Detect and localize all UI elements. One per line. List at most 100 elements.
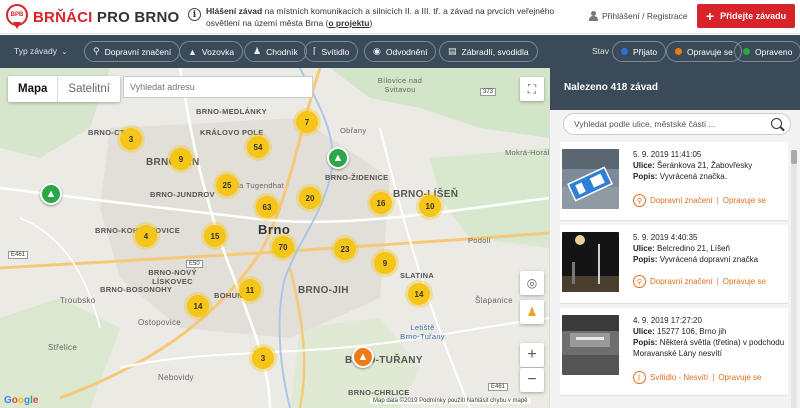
item-date: 5. 9. 2019 11:41:05: [633, 150, 702, 159]
marker-cluster[interactable]: 9: [374, 252, 396, 274]
list-item[interactable]: 5. 9. 2019 4:40:35 Ulice: Belcredino 21,…: [560, 225, 788, 304]
marker-cluster[interactable]: 3: [252, 347, 274, 369]
item-category: Dopravní značení: [650, 277, 713, 286]
address-search-input[interactable]: [123, 76, 313, 98]
logo-text-part2: PRO BRNO: [96, 8, 180, 26]
marker-cluster[interactable]: 14: [187, 295, 209, 317]
state-prijato[interactable]: Přijato: [612, 41, 667, 62]
defect-photo[interactable]: [562, 149, 619, 209]
defect-photo[interactable]: [562, 315, 619, 375]
marker-cluster[interactable]: 54: [247, 136, 269, 158]
marker-cluster[interactable]: 16: [370, 192, 392, 214]
fullscreen-icon[interactable]: ⛶: [520, 77, 544, 101]
login-link[interactable]: Přihlášení / Registrace: [589, 11, 688, 21]
type-filter-label: Typ závady: [14, 46, 57, 56]
type-filter-dropdown[interactable]: Typ závady ⌄: [14, 46, 68, 56]
map-label: Vila Tugendhat: [230, 181, 285, 190]
list-item[interactable]: 4. 9. 2019 17:27:20 Ulice: 15277 106, Br…: [560, 308, 788, 396]
marker-cluster[interactable]: 23: [334, 238, 356, 260]
marker-cluster[interactable]: 15: [204, 225, 226, 247]
marker-cluster[interactable]: 7: [296, 111, 318, 133]
scrollbar-thumb[interactable]: [791, 150, 797, 164]
state-label-text: Opravuje se: [687, 46, 733, 57]
road-number: E461: [488, 383, 509, 391]
road-repaired-pin-icon[interactable]: ▲: [327, 147, 349, 169]
marker-cluster[interactable]: 14: [408, 283, 430, 305]
item-date: 5. 9. 2019 4:40:35: [633, 233, 698, 242]
map-attribution[interactable]: Map data ©2019 Podmínky použití Nahlásit…: [370, 398, 531, 404]
chip-chodnik[interactable]: ♟ Chodník: [244, 41, 307, 62]
map-type-switch: Mapa Satelitní: [8, 76, 120, 102]
marker-cluster[interactable]: 3: [120, 128, 142, 150]
marker-cluster[interactable]: 9: [170, 148, 192, 170]
map-label: BRNO-NOVÝ LÍSKOVEC: [148, 268, 197, 286]
state-opraveno[interactable]: Opraveno: [734, 41, 800, 62]
map-label: BRNO-JUNDROV: [150, 190, 215, 199]
marker-cluster[interactable]: 20: [299, 187, 321, 209]
item-separator: |: [712, 373, 715, 382]
zoom-in-icon[interactable]: +: [520, 343, 544, 367]
plus-icon: +: [705, 8, 715, 24]
road-repaired-pin-icon[interactable]: ▲: [40, 183, 62, 205]
item-details: 5. 9. 2019 4:40:35 Ulice: Belcredino 21,…: [633, 232, 793, 265]
search-icon[interactable]: [771, 118, 782, 129]
item-details: 4. 9. 2019 17:27:20 Ulice: 15277 106, Br…: [633, 315, 793, 359]
road-icon: ▲: [188, 46, 197, 57]
chip-dopravni-znaceni[interactable]: ⚲ Dopravní značení: [84, 41, 181, 62]
road-number: 373: [480, 88, 497, 96]
state-label-text: Opraveno: [755, 46, 793, 57]
item-state: Opravuje se: [718, 373, 762, 382]
item-separator: |: [716, 277, 719, 286]
tab-map[interactable]: Mapa: [8, 76, 57, 102]
sign-icon: ⚲: [93, 46, 100, 56]
item-street: 15277 106, Brno jih: [657, 327, 727, 336]
green-dot-icon: [743, 48, 750, 55]
chip-odvodneni[interactable]: ◉ Odvodnění: [364, 41, 437, 62]
map-label: BRNO-ŽIDENICE: [325, 173, 389, 182]
item-street: Šeránkova 21, Žabovřesky: [657, 161, 753, 170]
about-project-link[interactable]: o projektu: [328, 18, 369, 28]
chip-svitidlo[interactable]: ⌈ Svítidlo: [304, 41, 359, 62]
add-defect-button[interactable]: + Přidejte závadu: [697, 4, 795, 28]
item-state: Opravuje se: [722, 196, 766, 205]
defect-photo[interactable]: [562, 232, 619, 292]
street-label: Ulice:: [633, 327, 655, 336]
item-street: Belcredino 21, Líšeň: [657, 244, 730, 253]
item-status: ⌈ Svítidlo - Nesvítí | Opravuje se: [633, 371, 761, 384]
map-label: Letiště Brno-Tuřany: [400, 323, 445, 341]
map-label: BRNO-JIH: [298, 285, 349, 296]
chip-vozovka[interactable]: ▲ Vozovka: [179, 41, 244, 62]
lamp-icon: ⌈: [313, 46, 317, 56]
login-label: Přihlášení / Registrace: [602, 11, 688, 21]
marker-cluster[interactable]: 25: [216, 174, 238, 196]
marker-cluster[interactable]: 63: [256, 196, 278, 218]
chip-label: Vozovka: [201, 46, 235, 57]
marker-cluster[interactable]: 11: [239, 279, 261, 301]
chip-zabradli[interactable]: ▤ Zábradlí, svodidla: [439, 41, 538, 62]
list-item[interactable]: 5. 9. 2019 11:41:05 Ulice: Šeránkova 21,…: [560, 142, 788, 221]
map[interactable]: Mapa Satelitní ⛶ BRNO-CTRC KRÁLOVO POLE …: [0, 68, 549, 408]
map-label: BRNO-BOSONOHY: [100, 285, 173, 294]
item-status: ⚲ Dopravní značení | Opravuje se: [633, 194, 766, 207]
road-in-progress-pin-icon[interactable]: ▲: [352, 346, 374, 368]
map-label: Ostopovice: [138, 318, 182, 327]
results-sidebar: Nalezeno 418 závad Vyhledat podle ulice,…: [549, 68, 800, 408]
zoom-out-icon[interactable]: −: [520, 368, 544, 392]
marker-cluster[interactable]: 70: [272, 236, 294, 258]
map-label-city: Brno: [258, 222, 291, 237]
street-view-pegman-icon[interactable]: ♟: [520, 300, 544, 324]
sidebar-scrollbar[interactable]: [791, 150, 797, 408]
logo[interactable]: BPB BRŇÁCI PRO BRNO: [6, 4, 179, 30]
results-search-input[interactable]: Vyhledat podle ulice, městské části ...: [563, 113, 791, 135]
marker-cluster[interactable]: 10: [419, 195, 441, 217]
item-category: Svítidlo - Nesvítí: [650, 373, 709, 382]
map-label: BRNO-MEDLÁNKY: [196, 107, 267, 116]
marker-cluster[interactable]: 4: [135, 225, 157, 247]
info-bold: Hlášení závad: [206, 6, 263, 16]
state-opravuje-se[interactable]: Opravuje se: [666, 41, 742, 62]
my-location-icon[interactable]: ◎: [520, 271, 544, 295]
tab-satellite[interactable]: Satelitní: [57, 76, 120, 102]
logo-text: BRŇÁCI PRO BRNO: [33, 9, 179, 26]
sign-icon: ⚲: [633, 194, 646, 207]
item-description: Vyvrácená značka.: [659, 172, 727, 181]
